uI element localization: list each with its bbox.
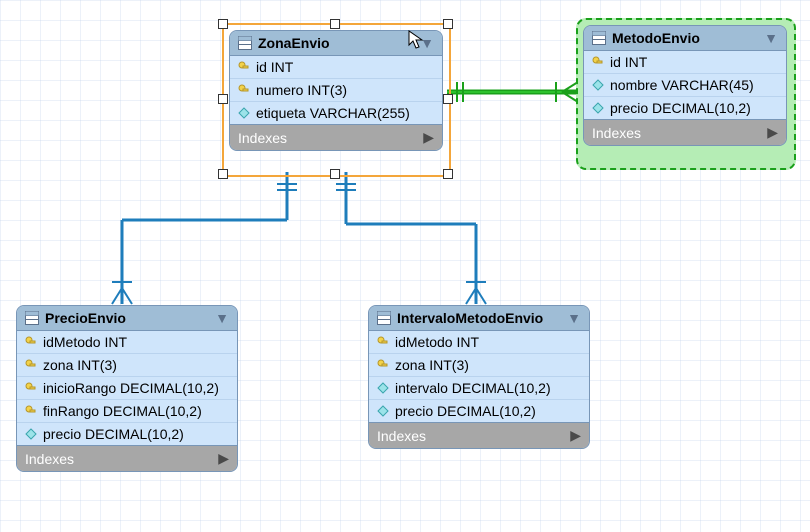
- collapse-icon[interactable]: ▼: [567, 310, 581, 326]
- entity-header[interactable]: MetodoEnvio ▼: [584, 26, 786, 51]
- key-icon: [592, 56, 604, 68]
- collapse-icon[interactable]: ▼: [764, 30, 778, 46]
- selection-handle[interactable]: [330, 169, 340, 179]
- collapse-icon[interactable]: ▼: [420, 35, 434, 51]
- column-text: id INT: [256, 59, 293, 75]
- entity-title: ZonaEnvio: [258, 35, 414, 51]
- key-icon: [377, 336, 389, 348]
- column-row[interactable]: inicioRango DECIMAL(10,2): [17, 377, 237, 400]
- indexes-label: Indexes: [25, 451, 74, 467]
- selection-handle[interactable]: [218, 19, 228, 29]
- column-row[interactable]: finRango DECIMAL(10,2): [17, 400, 237, 423]
- column-row[interactable]: nombre VARCHAR(45): [584, 74, 786, 97]
- column-text: zona INT(3): [395, 357, 469, 373]
- expand-icon[interactable]: ▶: [218, 450, 229, 467]
- column-text: idMetodo INT: [395, 334, 479, 350]
- rel-zona-precio[interactable]: [112, 172, 297, 304]
- table-icon: [238, 36, 252, 50]
- column-text: id INT: [610, 54, 647, 70]
- collapse-icon[interactable]: ▼: [215, 310, 229, 326]
- diamond-icon: [238, 107, 250, 119]
- entity-footer-indexes[interactable]: Indexes ▶: [584, 119, 786, 145]
- diamond-icon: [377, 382, 389, 394]
- column-text: inicioRango DECIMAL(10,2): [43, 380, 219, 396]
- column-text: nombre VARCHAR(45): [610, 77, 754, 93]
- column-text: precio DECIMAL(10,2): [43, 426, 184, 442]
- column-row[interactable]: zona INT(3): [369, 354, 589, 377]
- entity-precioenvio[interactable]: PrecioEnvio ▼ idMetodo INT zona INT(3) i…: [16, 305, 238, 472]
- entity-columns: idMetodo INT zona INT(3) intervalo DECIM…: [369, 331, 589, 422]
- selection-handle[interactable]: [218, 94, 228, 104]
- entity-title: MetodoEnvio: [612, 30, 758, 46]
- entity-metodoenvio[interactable]: MetodoEnvio ▼ id INT nombre VARCHAR(45) …: [583, 25, 787, 146]
- column-text: precio DECIMAL(10,2): [610, 100, 751, 116]
- column-row[interactable]: etiqueta VARCHAR(255): [230, 102, 442, 124]
- rel-zona-intervalo[interactable]: [336, 172, 486, 304]
- column-text: numero INT(3): [256, 82, 347, 98]
- key-icon: [238, 84, 250, 96]
- column-text: finRango DECIMAL(10,2): [43, 403, 202, 419]
- entity-columns: id INT nombre VARCHAR(45) precio DECIMAL…: [584, 51, 786, 119]
- entity-title: IntervaloMetodoEnvio: [397, 310, 561, 326]
- diamond-icon: [592, 102, 604, 114]
- entity-header[interactable]: IntervaloMetodoEnvio ▼: [369, 306, 589, 331]
- expand-icon[interactable]: ▶: [570, 427, 581, 444]
- column-row[interactable]: intervalo DECIMAL(10,2): [369, 377, 589, 400]
- column-row[interactable]: idMetodo INT: [369, 331, 589, 354]
- table-icon: [592, 31, 606, 45]
- key-icon: [238, 61, 250, 73]
- column-text: idMetodo INT: [43, 334, 127, 350]
- entity-footer-indexes[interactable]: Indexes ▶: [230, 124, 442, 150]
- column-row[interactable]: precio DECIMAL(10,2): [17, 423, 237, 445]
- selection-handle[interactable]: [443, 169, 453, 179]
- key-icon: [377, 359, 389, 371]
- column-row[interactable]: precio DECIMAL(10,2): [369, 400, 589, 422]
- table-icon: [377, 311, 391, 325]
- selection-handle[interactable]: [330, 19, 340, 29]
- column-row[interactable]: id INT: [230, 56, 442, 79]
- diamond-icon: [592, 79, 604, 91]
- expand-icon[interactable]: ▶: [423, 129, 434, 146]
- entity-header[interactable]: ZonaEnvio ▼: [230, 31, 442, 56]
- indexes-label: Indexes: [377, 428, 426, 444]
- key-icon: [25, 359, 37, 371]
- column-text: etiqueta VARCHAR(255): [256, 105, 410, 121]
- selection-handle[interactable]: [443, 94, 453, 104]
- key-icon: [25, 336, 37, 348]
- key-icon: [25, 405, 37, 417]
- entity-zonaenvio[interactable]: ZonaEnvio ▼ id INT numero INT(3) etiquet…: [229, 30, 443, 151]
- table-icon: [25, 311, 39, 325]
- diamond-icon: [25, 428, 37, 440]
- indexes-label: Indexes: [592, 125, 641, 141]
- column-text: zona INT(3): [43, 357, 117, 373]
- column-row[interactable]: numero INT(3): [230, 79, 442, 102]
- key-icon: [25, 382, 37, 394]
- entity-footer-indexes[interactable]: Indexes ▶: [369, 422, 589, 448]
- selection-handle[interactable]: [443, 19, 453, 29]
- entity-intervalometodoenvio[interactable]: IntervaloMetodoEnvio ▼ idMetodo INT zona…: [368, 305, 590, 449]
- rel-zona-metodo[interactable]: [447, 82, 578, 102]
- entity-columns: id INT numero INT(3) etiqueta VARCHAR(25…: [230, 56, 442, 124]
- entity-title: PrecioEnvio: [45, 310, 209, 326]
- indexes-label: Indexes: [238, 130, 287, 146]
- entity-header[interactable]: PrecioEnvio ▼: [17, 306, 237, 331]
- column-row[interactable]: idMetodo INT: [17, 331, 237, 354]
- diamond-icon: [377, 405, 389, 417]
- expand-icon[interactable]: ▶: [767, 124, 778, 141]
- column-row[interactable]: id INT: [584, 51, 786, 74]
- entity-footer-indexes[interactable]: Indexes ▶: [17, 445, 237, 471]
- entity-columns: idMetodo INT zona INT(3) inicioRango DEC…: [17, 331, 237, 445]
- column-text: precio DECIMAL(10,2): [395, 403, 536, 419]
- column-text: intervalo DECIMAL(10,2): [395, 380, 551, 396]
- er-diagram-canvas[interactable]: MetodoEnvio ▼ id INT nombre VARCHAR(45) …: [0, 0, 810, 532]
- column-row[interactable]: precio DECIMAL(10,2): [584, 97, 786, 119]
- selection-handle[interactable]: [218, 169, 228, 179]
- column-row[interactable]: zona INT(3): [17, 354, 237, 377]
